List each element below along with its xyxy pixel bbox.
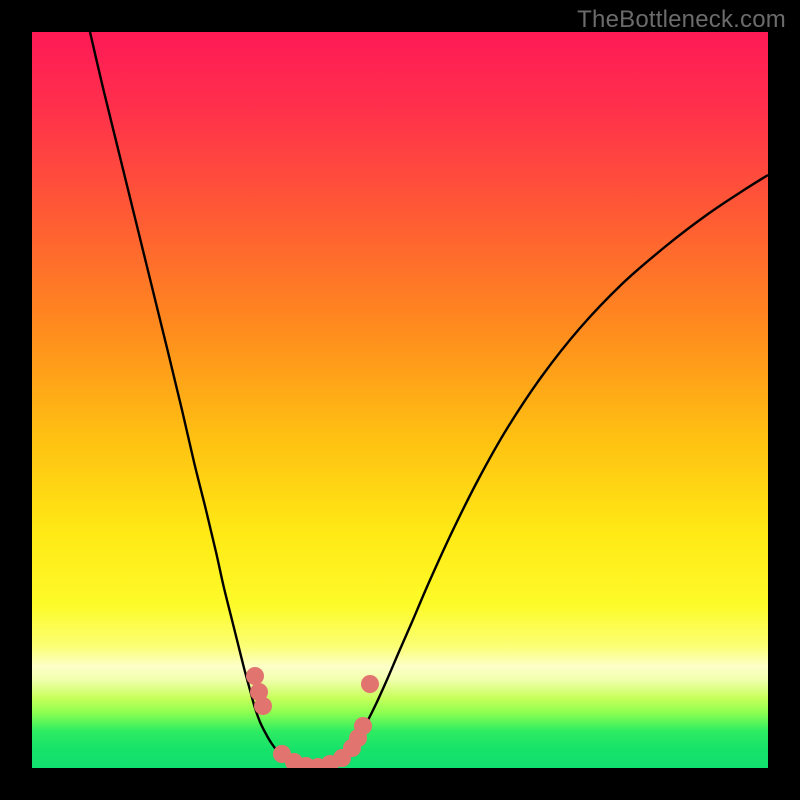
plot-area	[32, 32, 768, 768]
marker-group	[246, 667, 379, 768]
chart-overlay	[32, 32, 768, 768]
chart-frame: TheBottleneck.com	[0, 0, 800, 800]
data-marker	[246, 667, 264, 685]
data-marker	[254, 697, 272, 715]
data-marker	[361, 675, 379, 693]
data-marker	[354, 717, 372, 735]
watermark-text: TheBottleneck.com	[577, 6, 786, 34]
bottleneck-curve	[90, 32, 768, 768]
